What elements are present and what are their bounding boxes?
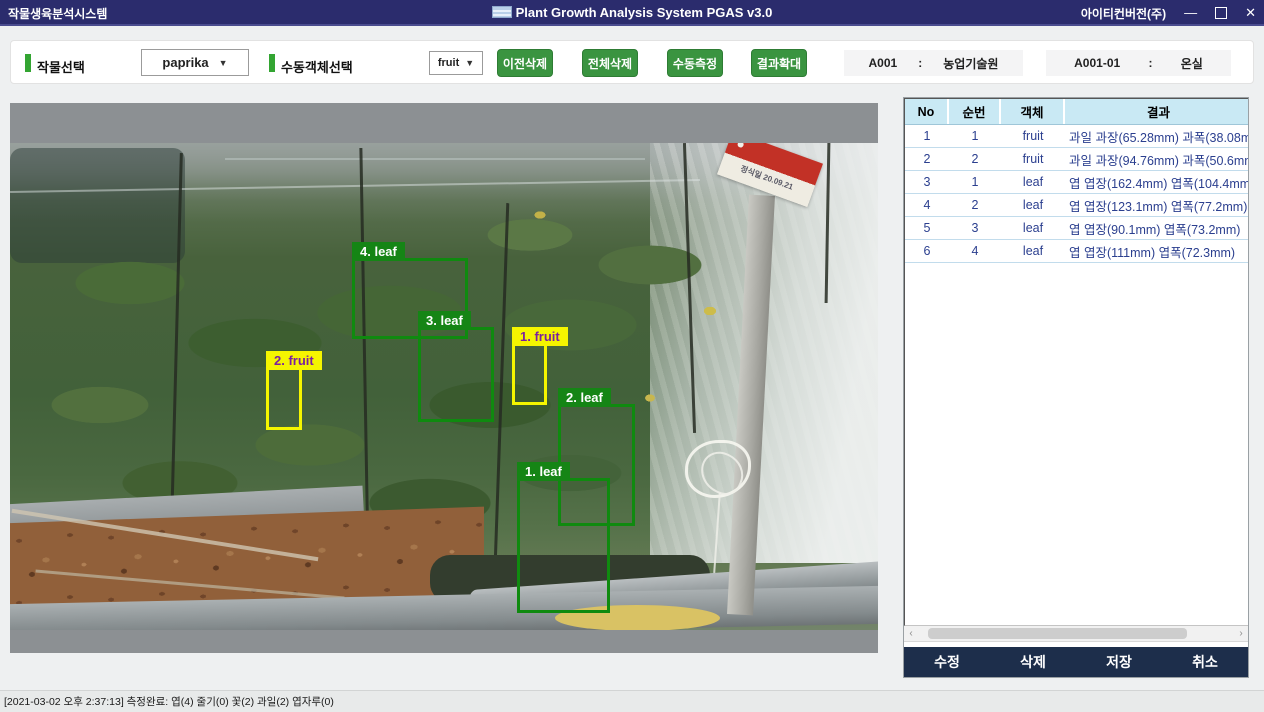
col-header-object: 객체	[1001, 99, 1065, 124]
cell-seq: 4	[949, 240, 1001, 262]
cell-object: leaf	[1001, 194, 1065, 216]
action-bar: 수정 삭제 저장 취소	[904, 647, 1248, 677]
detection-box-fruit-2[interactable]: 2. fruit	[266, 367, 302, 430]
chevron-down-icon: ▼	[219, 58, 228, 68]
detection-box-leaf-3[interactable]: 3. leaf	[418, 327, 494, 422]
crop-select-label: 작물선택	[37, 57, 85, 76]
detection-box-leaf-1[interactable]: 1. leaf	[517, 478, 610, 613]
toolbar: 작물선택 paprika ▼ 수동객체선택 fruit ▼ 이전삭제 전체삭제 …	[10, 40, 1254, 84]
status-message: [2021-03-02 오후 2:37:13] 측정완료: 엽(4) 줄기(0)…	[0, 694, 334, 709]
house-info-field: A001-01 : 온실	[1046, 50, 1231, 76]
col-header-no: No	[905, 99, 949, 124]
table-row[interactable]: 2 2 fruit 과일 과장(94.76mm) 과폭(50.6mm)	[905, 148, 1248, 171]
scroll-right-icon[interactable]: ›	[1234, 626, 1248, 641]
delete-all-button[interactable]: 전체삭제	[582, 49, 638, 77]
cell-result: 과일 과장(94.76mm) 과폭(50.6mm)	[1065, 148, 1248, 170]
result-zoom-button[interactable]: 결과확대	[751, 49, 807, 77]
site-info-field: A001 : 농업기술원	[844, 50, 1023, 76]
detection-label-fruit-1: 1. fruit	[512, 327, 568, 346]
object-select-label: 수동객체선택	[281, 57, 353, 76]
scrollbar-track[interactable]	[918, 626, 1234, 641]
detection-label-leaf-1: 1. leaf	[517, 462, 570, 481]
object-accent-bar	[269, 54, 275, 72]
cell-seq: 2	[949, 148, 1001, 170]
cell-object: leaf	[1001, 240, 1065, 262]
cell-seq: 1	[949, 125, 1001, 147]
scrollbar-thumb[interactable]	[928, 628, 1187, 639]
house-name: 온실	[1181, 55, 1203, 72]
detection-box-fruit-1[interactable]: 1. fruit	[512, 343, 547, 405]
cell-result: 엽 엽장(90.1mm) 엽폭(73.2mm)	[1065, 217, 1248, 239]
chevron-down-icon: ▼	[465, 58, 474, 68]
object-select[interactable]: fruit ▼	[429, 51, 483, 75]
table-row[interactable]: 4 2 leaf 엽 엽장(123.1mm) 엽폭(77.2mm)	[905, 194, 1248, 217]
titlebar: 작물생육분석시스템 Plant Growth Analysis System P…	[0, 0, 1264, 26]
cell-result: 엽 엽장(111mm) 엽폭(72.3mm)	[1065, 240, 1248, 262]
cell-no: 3	[905, 171, 949, 193]
minimize-button[interactable]: —	[1184, 0, 1197, 26]
results-table: No 순번 객체 결과 1 1 fruit 과일 과장(65.28mm) 과폭(…	[904, 98, 1248, 626]
app-title: Plant Growth Analysis System PGAS v3.0	[0, 5, 1264, 20]
table-row[interactable]: 1 1 fruit 과일 과장(65.28mm) 과폭(38.08mm)	[905, 125, 1248, 148]
col-header-result: 결과	[1065, 99, 1248, 124]
cell-no: 5	[905, 217, 949, 239]
manual-measure-button[interactable]: 수동측정	[667, 49, 723, 77]
cell-object: fruit	[1001, 125, 1065, 147]
camera-image-panel: 정식일 20.09.21 4. leaf 3. leaf 1. fruit 2.…	[10, 103, 878, 653]
save-button[interactable]: 저장	[1076, 652, 1162, 672]
cancel-button[interactable]: 취소	[1162, 652, 1248, 672]
table-row[interactable]: 6 4 leaf 엽 엽장(111mm) 엽폭(72.3mm)	[905, 240, 1248, 263]
house-colon: :	[1148, 56, 1152, 70]
cell-no: 2	[905, 148, 949, 170]
detection-label-fruit-2: 2. fruit	[266, 351, 322, 370]
horizontal-scrollbar[interactable]: ‹ ›	[904, 626, 1248, 642]
titlebar-right: 아이티컨버전(주) — ✕	[1081, 0, 1256, 26]
company-name: 아이티컨버전(주)	[1081, 5, 1166, 22]
detection-label-leaf-4: 4. leaf	[352, 242, 405, 261]
delete-previous-button[interactable]: 이전삭제	[497, 49, 553, 77]
edit-button[interactable]: 수정	[904, 652, 990, 672]
delete-button[interactable]: 삭제	[990, 652, 1076, 672]
table-row[interactable]: 3 1 leaf 엽 엽장(162.4mm) 엽폭(104.4mm)	[905, 171, 1248, 194]
house-code: A001-01	[1074, 56, 1120, 70]
detection-label-leaf-2: 2. leaf	[558, 388, 611, 407]
crop-select[interactable]: paprika ▼	[141, 49, 249, 76]
cell-object: leaf	[1001, 217, 1065, 239]
crop-accent-bar	[25, 54, 31, 72]
cell-result: 엽 엽장(162.4mm) 엽폭(104.4mm)	[1065, 171, 1248, 193]
cell-seq: 1	[949, 171, 1001, 193]
cell-no: 6	[905, 240, 949, 262]
cell-result: 엽 엽장(123.1mm) 엽폭(77.2mm)	[1065, 194, 1248, 216]
app-title-text: Plant Growth Analysis System PGAS v3.0	[516, 5, 773, 20]
table-row[interactable]: 5 3 leaf 엽 엽장(90.1mm) 엽폭(73.2mm)	[905, 217, 1248, 240]
results-panel: No 순번 객체 결과 1 1 fruit 과일 과장(65.28mm) 과폭(…	[903, 97, 1249, 678]
site-code: A001	[869, 56, 898, 70]
cell-object: leaf	[1001, 171, 1065, 193]
status-bar: [2021-03-02 오후 2:37:13] 측정완료: 엽(4) 줄기(0)…	[0, 690, 1264, 712]
cell-no: 1	[905, 125, 949, 147]
cell-no: 4	[905, 194, 949, 216]
detection-label-leaf-3: 3. leaf	[418, 311, 471, 330]
object-select-value: fruit	[438, 57, 459, 69]
cell-seq: 3	[949, 217, 1001, 239]
cell-seq: 2	[949, 194, 1001, 216]
crop-select-value: paprika	[162, 55, 208, 70]
plant-tag-hole	[737, 143, 745, 148]
cell-object: fruit	[1001, 148, 1065, 170]
col-header-seq: 순번	[949, 99, 1001, 124]
app-icon	[492, 6, 512, 18]
maximize-button[interactable]	[1215, 7, 1227, 19]
site-name: 농업기술원	[943, 55, 998, 72]
cell-result: 과일 과장(65.28mm) 과폭(38.08mm)	[1065, 125, 1248, 147]
greenhouse-photo[interactable]: 정식일 20.09.21 4. leaf 3. leaf 1. fruit 2.…	[10, 143, 878, 630]
photo-wire	[225, 158, 645, 160]
scroll-left-icon[interactable]: ‹	[904, 626, 918, 641]
table-header-row: No 순번 객체 결과	[905, 99, 1248, 125]
close-button[interactable]: ✕	[1245, 0, 1256, 26]
site-colon: :	[918, 56, 922, 70]
